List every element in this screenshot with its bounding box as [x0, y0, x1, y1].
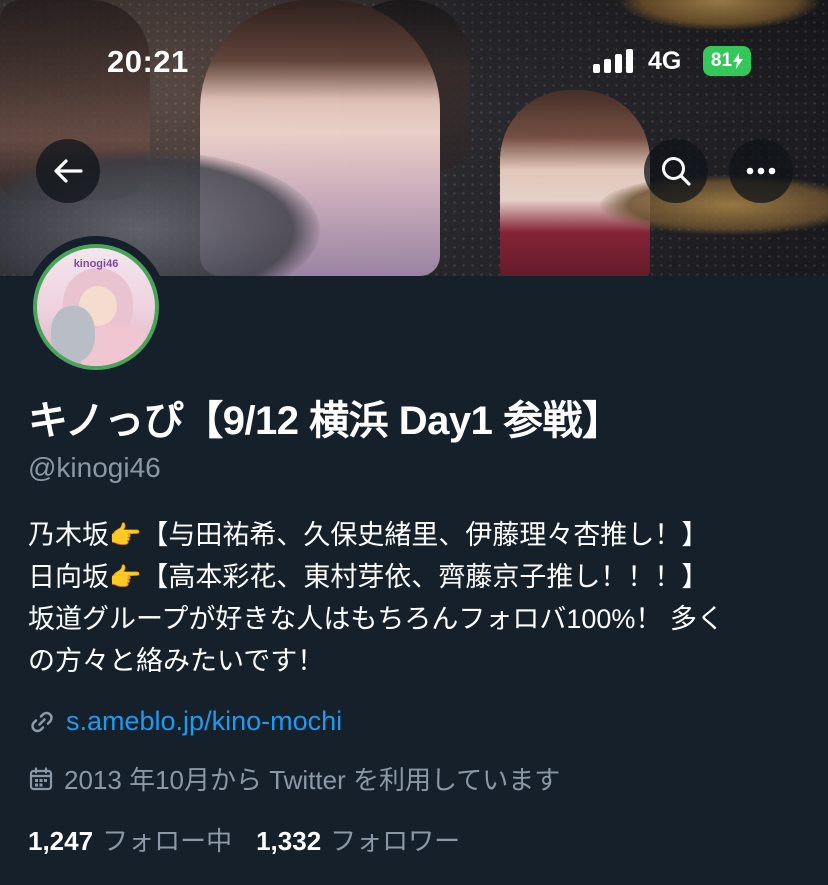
bio-line: 乃木坂👉【与田祐希、久保史緒里、伊藤理々杏推し！】 — [28, 514, 818, 556]
profile-banner-image[interactable] — [0, 0, 828, 276]
status-time: 20:21 — [107, 44, 189, 79]
joined-date-row: 2013 年10月から Twitter を利用しています — [28, 760, 560, 797]
following-count: 1,247 — [28, 826, 94, 856]
battery-level: 81 — [710, 50, 733, 71]
more-options-button[interactable] — [729, 139, 793, 203]
followers-count: 1,332 — [256, 826, 322, 856]
battery-indicator: 81 — [703, 46, 751, 76]
bio-line: の方々と絡みたいです！ — [28, 646, 325, 676]
display-name: キノっぴ【9/12 横浜 Day1 参戦】 — [28, 399, 622, 443]
followers-link[interactable]: 1,332 フォロワー — [256, 821, 460, 858]
user-handle: @kinogi46 — [28, 452, 161, 483]
banner-overlay — [0, 0, 828, 276]
calendar-icon — [29, 766, 53, 790]
joined-date-text: 2013 年10月から Twitter を利用しています — [64, 765, 561, 795]
bio-line: 日向坂👉【高本彩花、東村芽依、齊藤京子推し！！！】 — [28, 556, 818, 598]
bio-text: 乃木坂 — [28, 520, 109, 550]
profile-bio: 乃木坂👉【与田祐希、久保史緒里、伊藤理々杏推し！】 日向坂👉【高本彩花、東村芽依… — [28, 514, 818, 682]
pointing-hand-emoji: 👉 — [109, 562, 142, 592]
avatar-badge-text: kinogi46 — [73, 258, 119, 270]
avatar-plush-bunny — [51, 306, 95, 362]
network-type: 4G — [648, 47, 682, 75]
website-row: s.ameblo.jp/kino-mochi — [28, 706, 342, 737]
cellular-signal-icon — [593, 49, 635, 73]
charging-bolt-icon — [733, 53, 744, 69]
link-icon — [31, 711, 53, 732]
following-link[interactable]: 1,247 フォロー中 — [28, 821, 232, 858]
follow-stats: 1,247 フォロー中 1,332 フォロワー — [28, 821, 460, 858]
followers-label: フォロワー — [330, 826, 461, 856]
bio-line: 坂道グループが好きな人はもちろんフォロバ100%！ 多く — [28, 604, 724, 634]
profile-screen: 20:21 4G 81 kinogi46 キノっぴ【9/12 横浜 Day1 参… — [0, 0, 828, 885]
following-label: フォロー中 — [102, 826, 233, 856]
more-horizontal-icon — [746, 167, 776, 175]
bio-text: 【与田祐希、久保史緒里、伊藤理々杏推し！】 — [141, 520, 709, 550]
avatar-image: kinogi46 — [33, 244, 159, 370]
pointing-hand-emoji: 👉 — [109, 520, 142, 550]
arrow-left-icon — [54, 159, 83, 183]
profile-avatar[interactable]: kinogi46 — [25, 236, 167, 378]
search-icon — [662, 157, 691, 186]
website-link[interactable]: s.ameblo.jp/kino-mochi — [66, 706, 342, 737]
bio-text: 【高本彩花、東村芽依、齊藤京子推し！！！】 — [141, 562, 709, 592]
bio-text: 日向坂 — [28, 562, 109, 592]
back-button[interactable] — [36, 139, 100, 203]
search-button[interactable] — [644, 139, 708, 203]
